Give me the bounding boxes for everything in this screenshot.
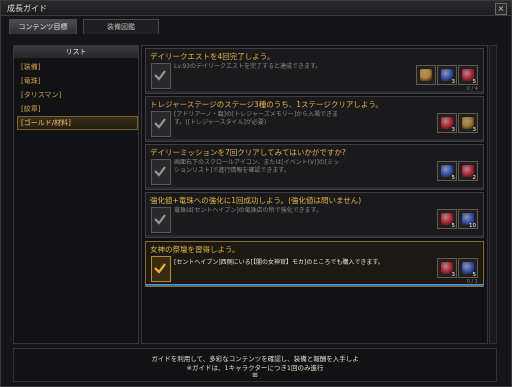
gold-box-icon[interactable]: 3 [458, 113, 478, 133]
blue-dragon-orb-icon[interactable]: 3 [437, 65, 457, 85]
reward-count: 3 [451, 79, 456, 85]
task-title: デイリーミッションを7回クリアしてみてはいかがですか? [150, 148, 346, 157]
list-item-crest[interactable]: [紋章] [17, 102, 138, 116]
reward-count: 3 [451, 272, 456, 278]
task-row[interactable]: トレジャーステージのステージ3種のうち、1ステージクリアしよう。 [アドリアーノ・… [145, 96, 484, 142]
progress-bar [146, 235, 483, 237]
task-list-panel: デイリークエストを4回完了しよう。 Lv.93のデイリークエストを完了すると達成で… [141, 45, 488, 344]
blue-dragon-orb-icon[interactable]: 5 [458, 258, 478, 278]
task-row[interactable]: デイリーミッションを7回クリアしてみてはいかがですか? 画面右下のスクロールアイコ… [145, 144, 484, 190]
task-title: トレジャーステージのステージ3種のうち、1ステージクリアしよう。 [150, 100, 383, 109]
red-gem-icon[interactable]: 5 [458, 65, 478, 85]
tab-content-goals[interactable]: コンテンツ目標 [9, 19, 77, 34]
reward-count: 2 [472, 175, 477, 181]
reward-slots: 5 10 [437, 209, 479, 231]
red-gem-icon[interactable]: 3 [437, 113, 457, 133]
gold-pouch-icon[interactable] [416, 65, 436, 85]
progress-bar [146, 91, 483, 93]
red-gem-icon[interactable]: 2 [458, 161, 478, 181]
checkbox-icon [151, 111, 171, 137]
blue-dragon-orb-icon[interactable]: 5 [437, 161, 457, 181]
reward-count: 10 [469, 223, 476, 229]
red-gem-icon[interactable]: 3 [437, 258, 457, 278]
footer-info: ガイドを利用して、多彩なコンテンツを確認し、装備と報酬を入手しよ ※ガイドは、1… [13, 348, 497, 382]
list-header: リスト [14, 46, 138, 58]
list-item-talisman[interactable]: [タリスマン] [17, 88, 138, 102]
blue-dragon-orb-icon[interactable]: 10 [458, 209, 478, 229]
reward-count: 5 [451, 175, 456, 181]
task-row[interactable]: デイリークエストを4回完了しよう。 Lv.93のデイリークエストを完了すると達成で… [145, 48, 484, 94]
progress-bar [146, 187, 483, 189]
reward-count: 3 [472, 127, 477, 133]
reward-slots: 52 [437, 161, 479, 183]
task-row[interactable]: 強化値+竜珠への強化に1回成功しよう。(強化値は問いません) 竜珠は[セントヘイブ… [145, 192, 484, 238]
reward-count: 5 [472, 272, 477, 278]
reward-count: 5 [451, 223, 456, 229]
progress-bar [146, 284, 483, 286]
close-button[interactable]: × [495, 3, 507, 15]
tab-equipment-catalog[interactable]: 装備図鑑 [83, 19, 159, 34]
reward-count: 5 [472, 79, 477, 85]
checkbox-icon [151, 207, 171, 233]
task-description: 竜珠は[セントヘイブン]の竜珠店の所で強化できます。 [174, 207, 323, 214]
reward-slots: 35 [437, 258, 479, 280]
task-description: [アドリアーノ・臨]の[トレジャーズメモリー]から入場できます。([トレジャース… [174, 111, 339, 126]
reward-count: 3 [451, 127, 456, 133]
list-item-gold-materials[interactable]: [ゴールド/材料] [17, 116, 138, 130]
list-item-equipment[interactable]: [装備] [17, 60, 138, 74]
reward-slots: 35 [416, 65, 479, 87]
list-item-dragon-jewel[interactable]: [竜珠] [17, 74, 138, 88]
scrollbar[interactable] [489, 45, 497, 344]
task-title: 強化値+竜珠への強化に1回成功しよう。(強化値は問いません) [150, 196, 362, 205]
footer-glyph: ⊞ [252, 371, 258, 379]
window-title: 成長ガイド [7, 4, 47, 13]
task-title: デイリークエストを4回完了しよう。 [150, 52, 275, 61]
red-gem-icon[interactable]: 5 [437, 209, 457, 229]
task-title: 女神の祭壇を習得しよう。 [150, 245, 240, 254]
reward-slots: 33 [437, 113, 479, 135]
category-list-panel: リスト [装備] [竜珠] [タリスマン] [紋章] [ゴールド/材料] [13, 45, 139, 344]
growth-guide-window: 成長ガイド × コンテンツ目標 装備図鑑 リスト [装備] [竜珠] [タリスマ… [0, 0, 512, 387]
checkbox-icon [151, 256, 171, 282]
task-description: 画面右下のスクロールアイコン、または[イベント(V)]の[ミッションリスト]で進… [174, 159, 340, 174]
task-description: [セントヘイブン]西側にいる[【闇の女神官】モカ]のところでも購入できます。 [174, 259, 384, 266]
progress-bar [146, 139, 483, 141]
task-description: Lv.93のデイリークエストを完了すると達成できます。 [174, 63, 322, 70]
title-bar[interactable]: 成長ガイド × [1, 1, 511, 16]
task-row[interactable]: 女神の祭壇を習得しよう。 [セントヘイブン]西側にいる[【闇の女神官】モカ]のとこ… [145, 241, 484, 287]
checkbox-icon [151, 63, 171, 89]
checkbox-icon [151, 159, 171, 185]
